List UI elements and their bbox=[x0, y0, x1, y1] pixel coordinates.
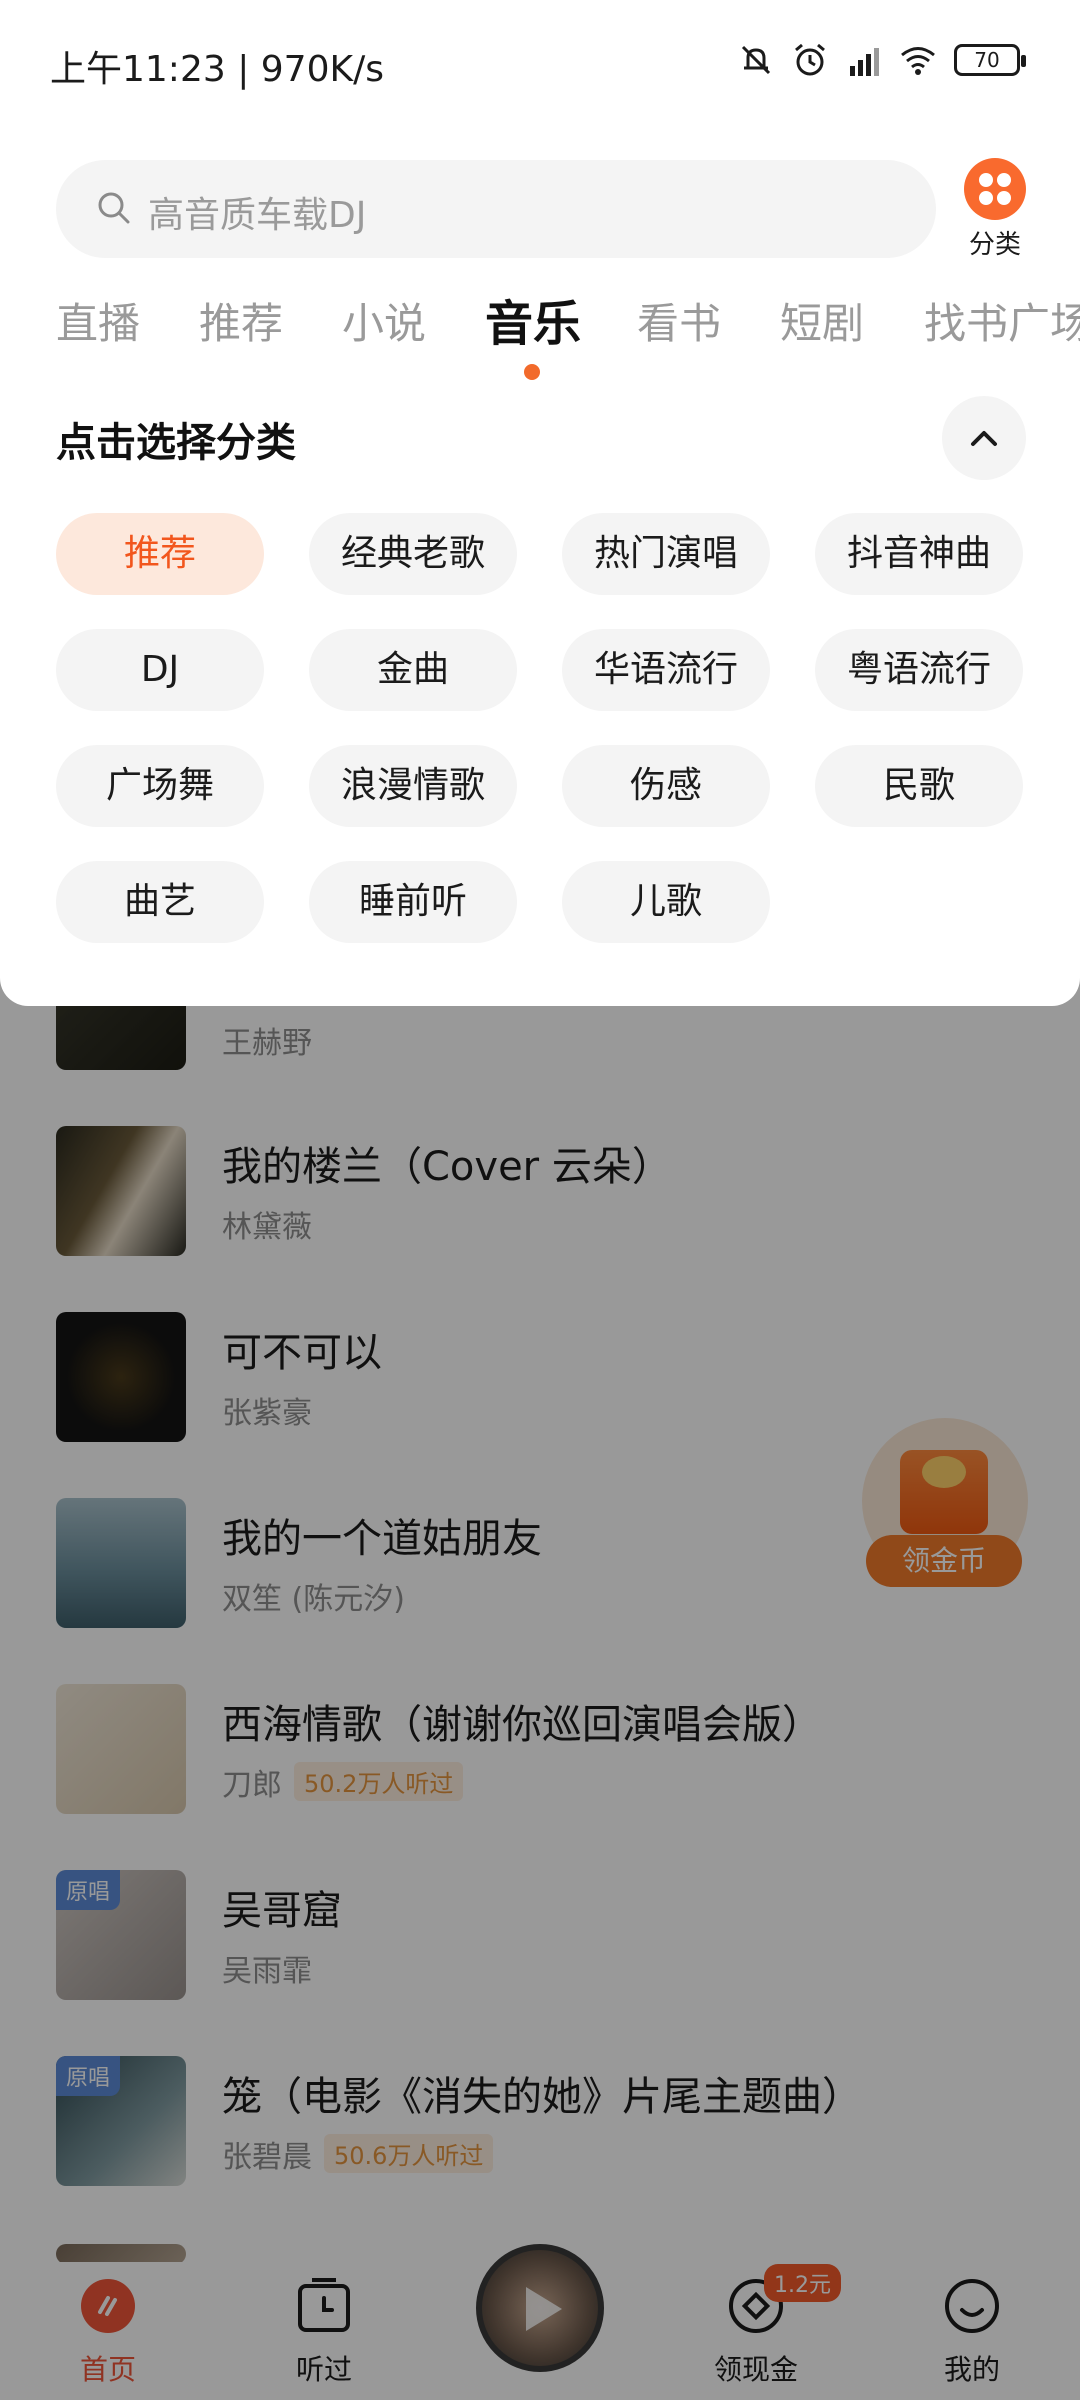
category-button-label: 分类 bbox=[968, 230, 1021, 260]
tab-reading[interactable]: 看书 bbox=[637, 290, 721, 351]
mute-bell-icon bbox=[741, 45, 771, 75]
search-placeholder: 高音质车载DJ bbox=[148, 195, 367, 236]
alarm-icon bbox=[795, 43, 825, 76]
category-chip[interactable]: 粤语流行 bbox=[815, 629, 1023, 711]
category-chip[interactable]: 伤感 bbox=[562, 745, 770, 827]
category-chip[interactable]: 睡前听 bbox=[309, 861, 517, 943]
category-chip[interactable]: 曲艺 bbox=[56, 861, 264, 943]
category-chip[interactable]: 华语流行 bbox=[562, 629, 770, 711]
search-bar[interactable]: 高音质车载DJ bbox=[56, 160, 936, 258]
category-panel-title: 点击选择分类 bbox=[56, 420, 296, 466]
status-bar-time-speed: 上午11:23 | 970K/s bbox=[50, 49, 384, 90]
category-button[interactable]: 分类 bbox=[962, 158, 1028, 261]
category-sheet: 上午11:23 | 970K/s 70 高音质车载DJ 分类 直播 推荐 小说 … bbox=[0, 0, 1080, 1006]
category-chip[interactable]: 浪漫情歌 bbox=[309, 745, 517, 827]
search-icon bbox=[98, 192, 130, 224]
active-tab-indicator bbox=[524, 364, 540, 380]
battery-indicator: 70 bbox=[954, 44, 1026, 76]
signal-icon bbox=[850, 48, 879, 76]
top-tabs: 直播 推荐 小说 音乐 看书 短剧 找书广场 bbox=[56, 290, 1080, 370]
category-chip[interactable]: 儿歌 bbox=[562, 861, 770, 943]
category-chip[interactable]: 抖音神曲 bbox=[815, 513, 1023, 595]
tab-book-plaza[interactable]: 找书广场 bbox=[924, 290, 1080, 351]
status-bar-icons: 70 bbox=[738, 42, 1026, 78]
collapse-button[interactable] bbox=[942, 396, 1026, 480]
tab-live[interactable]: 直播 bbox=[56, 290, 140, 351]
category-chip[interactable]: 推荐 bbox=[56, 513, 264, 595]
tab-music[interactable]: 音乐 bbox=[485, 290, 581, 354]
tab-short-drama[interactable]: 短剧 bbox=[780, 290, 864, 351]
category-chip[interactable]: 金曲 bbox=[309, 629, 517, 711]
category-chip[interactable]: 民歌 bbox=[815, 745, 1023, 827]
category-chip[interactable]: 广场舞 bbox=[56, 745, 264, 827]
category-chip[interactable]: DJ bbox=[56, 629, 264, 711]
chevron-up-icon bbox=[971, 431, 997, 446]
tab-recommend[interactable]: 推荐 bbox=[199, 290, 283, 351]
tab-novel[interactable]: 小说 bbox=[342, 290, 426, 351]
category-chip[interactable]: 经典老歌 bbox=[309, 513, 517, 595]
category-chip[interactable]: 热门演唱 bbox=[562, 513, 770, 595]
category-grid-icon bbox=[964, 158, 1026, 220]
wifi-icon bbox=[901, 47, 935, 75]
